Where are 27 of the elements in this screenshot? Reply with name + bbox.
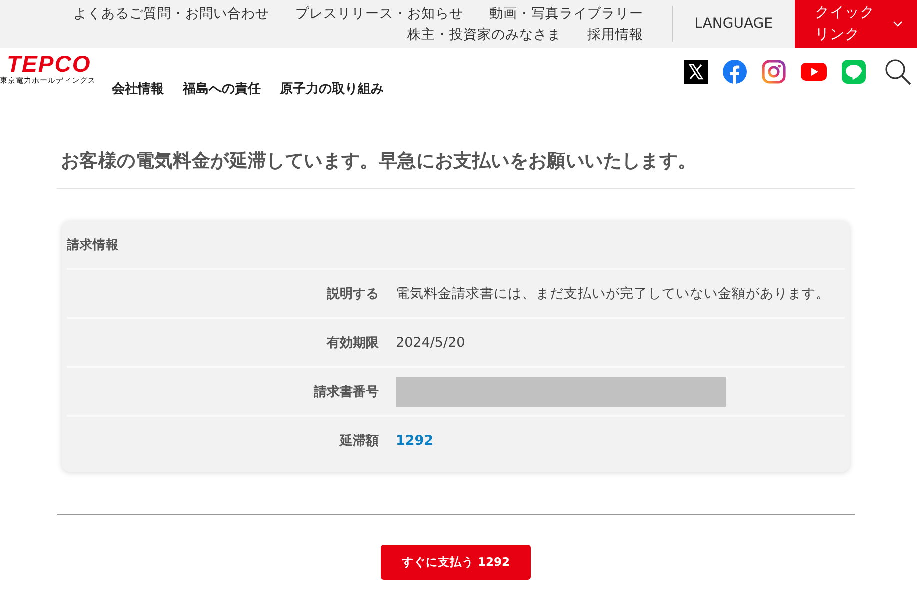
logo-text[interactable]: TEPCO <box>0 52 104 76</box>
quick-link-button[interactable]: クイックリンク <box>795 0 917 48</box>
nav-link[interactable]: 原子力の取り組み <box>280 80 384 98</box>
top-link[interactable]: よくあるご質問・お問い合わせ <box>74 4 270 22</box>
page-heading: お客様の電気料金が延滞しています。早急にお支払いをお願いいたします。 <box>57 110 855 189</box>
top-link[interactable]: 採用情報 <box>588 26 644 44</box>
youtube-icon[interactable] <box>801 63 827 81</box>
field-label: 有効期限 <box>326 334 380 352</box>
top-link[interactable]: 動画・写真ライブラリー <box>490 4 644 22</box>
nav-link[interactable]: 会社情報 <box>112 80 164 98</box>
field-value: 電気料金請求書には、まだ支払いが完了していない金額があります。 <box>396 284 830 302</box>
pay-button[interactable]: すぐに支払う 1292 <box>381 545 531 580</box>
instagram-icon[interactable] <box>762 60 786 84</box>
facebook-icon[interactable] <box>723 60 747 84</box>
amount-value: 1292 <box>396 432 434 448</box>
top-link[interactable]: 株主・投資家のみなさま <box>408 26 562 44</box>
x-icon[interactable] <box>684 60 708 84</box>
search-icon[interactable] <box>884 58 912 86</box>
field-label: 請求書番号 <box>312 384 380 400</box>
field-label: 延滞額 <box>338 432 380 450</box>
field-label: 説明する <box>326 286 380 302</box>
card-title: 請求情報 <box>67 236 120 254</box>
language-button[interactable]: LANGUAGE <box>672 0 795 48</box>
chevron-icon <box>893 21 903 27</box>
nav-link[interactable]: 福島への責任 <box>183 80 261 98</box>
field-value: 2024/5/20 <box>396 334 466 350</box>
top-link[interactable]: プレスリリース・お知らせ <box>296 4 464 22</box>
